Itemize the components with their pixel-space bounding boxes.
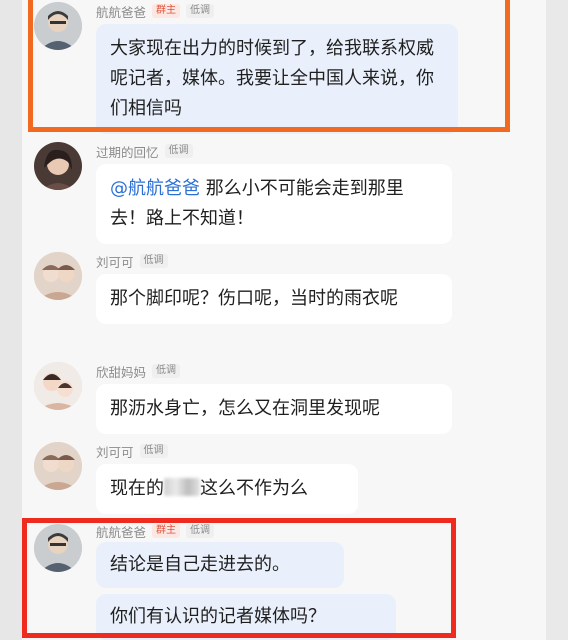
sender-meta: 刘可可 低调 [96, 442, 168, 460]
level-badge: 低调 [186, 524, 215, 538]
avatar-photo-icon [34, 442, 82, 490]
avatar-photo-icon [34, 362, 82, 410]
sender-name: 航航爸爸 [96, 4, 147, 20]
sender-meta: 过期的回忆 低调 [96, 142, 193, 160]
avatar-photo-icon [34, 252, 82, 300]
avatar[interactable] [34, 362, 82, 410]
message-bubble[interactable]: 结论是自己走进去的。 [96, 542, 344, 588]
avatar[interactable] [34, 524, 82, 572]
left-edge [0, 0, 22, 640]
chat-panel[interactable]: 航航爸爸 群主 低调 大家现在出力的时候到了，给我联系权威呢记者，媒体。我要让全… [22, 0, 546, 640]
level-badge: 低调 [186, 4, 215, 18]
mention-link[interactable]: @航航爸爸 [110, 178, 200, 199]
sender-meta: 刘可可 低调 [96, 252, 168, 270]
message-bubble[interactable]: 那沥水身亡，怎么又在洞里发现呢 [96, 384, 452, 434]
level-badge: 低调 [139, 444, 168, 458]
message-text: 大家现在出力的时候到了，给我联系权威呢记者，媒体。我要让全中国人来说，你们相信吗 [110, 38, 434, 119]
avatar[interactable] [34, 442, 82, 490]
message-bubble[interactable]: 你们有认识的记者媒体吗？ [96, 594, 396, 640]
level-badge: 低调 [139, 254, 168, 268]
sender-meta: 航航爸爸 群主 低调 [96, 2, 215, 20]
message-text: 那个脚印呢？伤口呢，当时的雨衣呢 [110, 288, 398, 309]
avatar-photo-icon [34, 524, 82, 572]
sender-meta: 欣甜妈妈 低调 [96, 362, 181, 380]
avatar-photo-icon [34, 142, 82, 190]
message-bubble[interactable]: 那个脚印呢？伤口呢，当时的雨衣呢 [96, 274, 452, 324]
redacted-blur [164, 478, 200, 496]
sender-name: 欣甜妈妈 [96, 364, 147, 380]
message-text: 结论是自己走进去的。 [110, 554, 290, 575]
message-bubble[interactable]: 大家现在出力的时候到了，给我联系权威呢记者，媒体。我要让全中国人来说，你们相信吗 [96, 24, 458, 134]
sender-name: 刘可可 [96, 254, 134, 270]
right-edge [546, 0, 568, 640]
level-badge: 低调 [164, 144, 193, 158]
level-badge: 低调 [152, 364, 181, 378]
avatar[interactable] [34, 252, 82, 300]
sender-name: 刘可可 [96, 444, 134, 460]
message-text-start: 现在的 [110, 478, 164, 499]
avatar[interactable] [34, 2, 82, 50]
sender-name: 过期的回忆 [96, 144, 159, 160]
message-bubble[interactable]: @航航爸爸 那么小不可能会走到那里去！路上不知道！ [96, 164, 452, 244]
message-text: 你们有认识的记者媒体吗？ [110, 606, 326, 627]
owner-badge: 群主 [152, 524, 181, 538]
message-text-end: 这么不作为么 [200, 478, 308, 499]
avatar[interactable] [34, 142, 82, 190]
owner-badge: 群主 [152, 4, 181, 18]
avatar-photo-icon [34, 2, 82, 50]
sender-meta: 航航爸爸 群主 低调 [96, 522, 215, 540]
message-bubble[interactable]: 现在的 这么不作为么 [96, 464, 358, 514]
message-text: 那沥水身亡，怎么又在洞里发现呢 [110, 398, 380, 419]
sender-name: 航航爸爸 [96, 524, 147, 540]
